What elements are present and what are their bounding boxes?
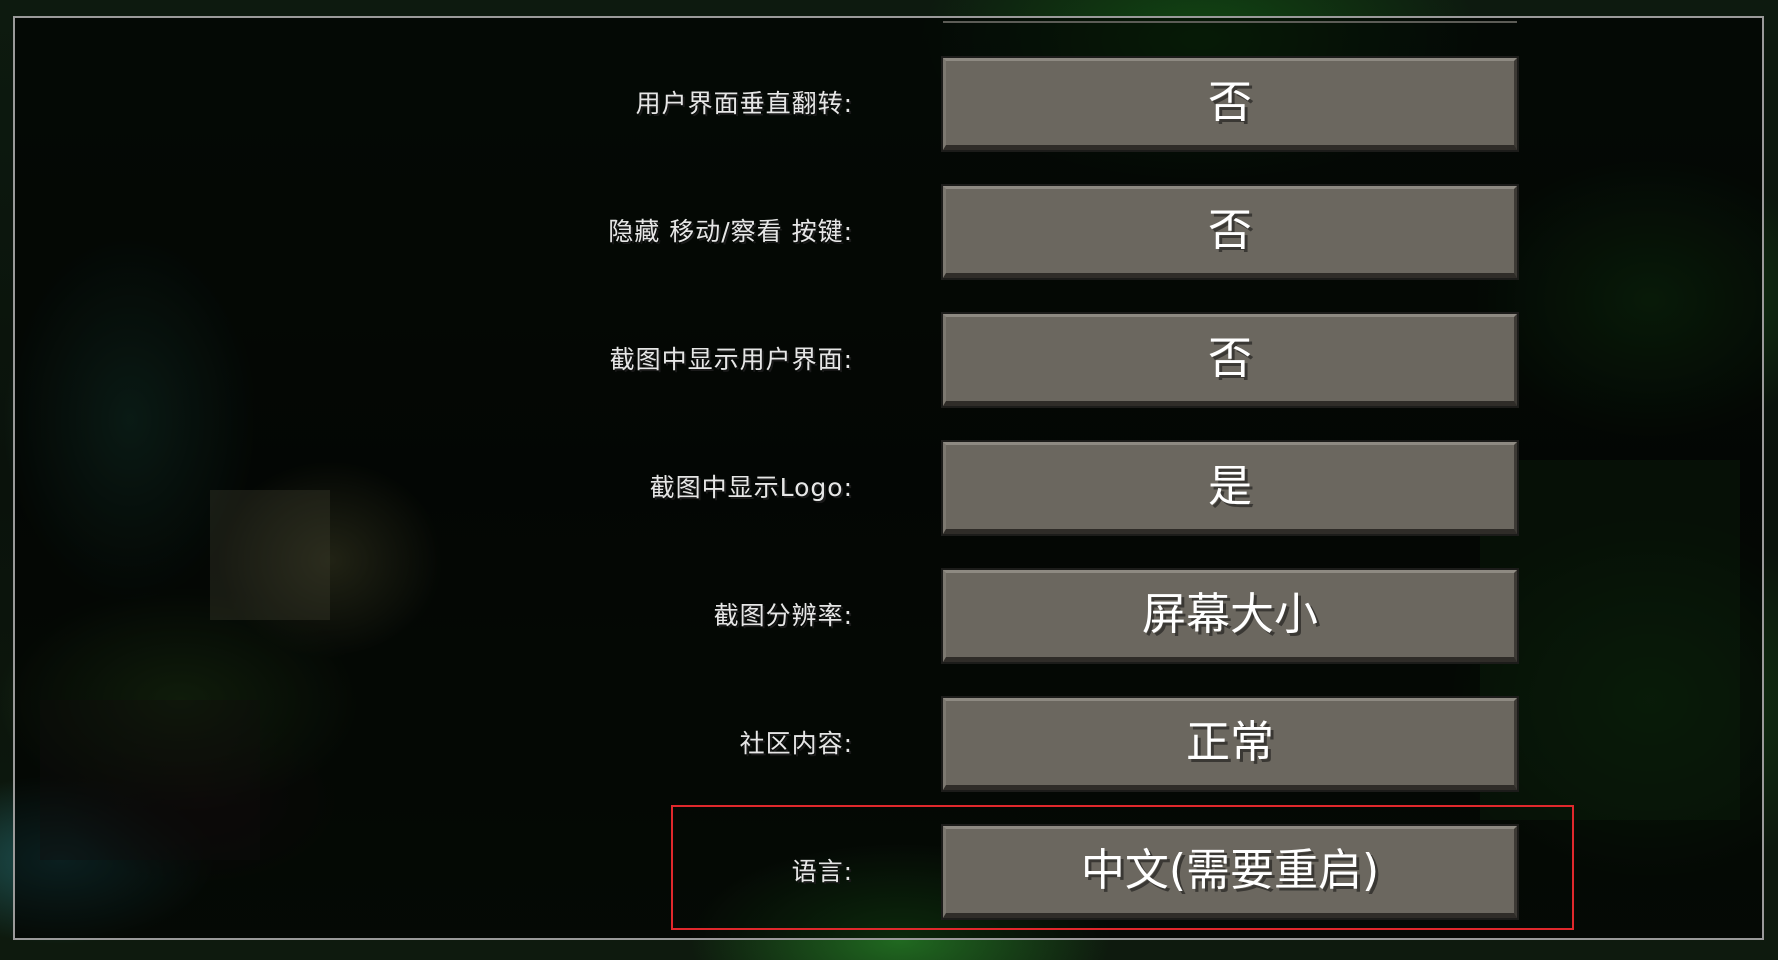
setting-label: 用户界面垂直翻转: [635, 89, 853, 118]
setting-label: 截图分辨率: [713, 601, 853, 630]
setting-row-screenshot-resolution: 截图分辨率: 屏幕大小 [0, 568, 1778, 664]
community-content-button[interactable]: 正常 [941, 696, 1519, 792]
screenshot-logo-toggle-button[interactable]: 是 [941, 440, 1519, 536]
ui-flip-toggle-button[interactable]: 否 [941, 56, 1519, 152]
setting-label: 截图中显示用户界面: [609, 345, 853, 374]
screenshot-ui-toggle-button[interactable]: 否 [941, 312, 1519, 408]
setting-row-community-content: 社区内容: 正常 [0, 696, 1778, 792]
scroll-top-edge [943, 21, 1517, 23]
setting-label: 截图中显示Logo: [649, 473, 853, 502]
hide-move-keys-toggle-button[interactable]: 否 [941, 184, 1519, 280]
setting-label: 隐藏 移动/察看 按键: [608, 217, 853, 246]
setting-label: 社区内容: [739, 729, 853, 758]
setting-row-hide-move-keys: 隐藏 移动/察看 按键: 否 [0, 184, 1778, 280]
highlight-box [671, 805, 1574, 930]
screenshot-resolution-button[interactable]: 屏幕大小 [941, 568, 1519, 664]
setting-row-screenshot-logo: 截图中显示Logo: 是 [0, 440, 1778, 536]
setting-row-ui-flip: 用户界面垂直翻转: 否 [0, 56, 1778, 152]
setting-row-screenshot-ui: 截图中显示用户界面: 否 [0, 312, 1778, 408]
